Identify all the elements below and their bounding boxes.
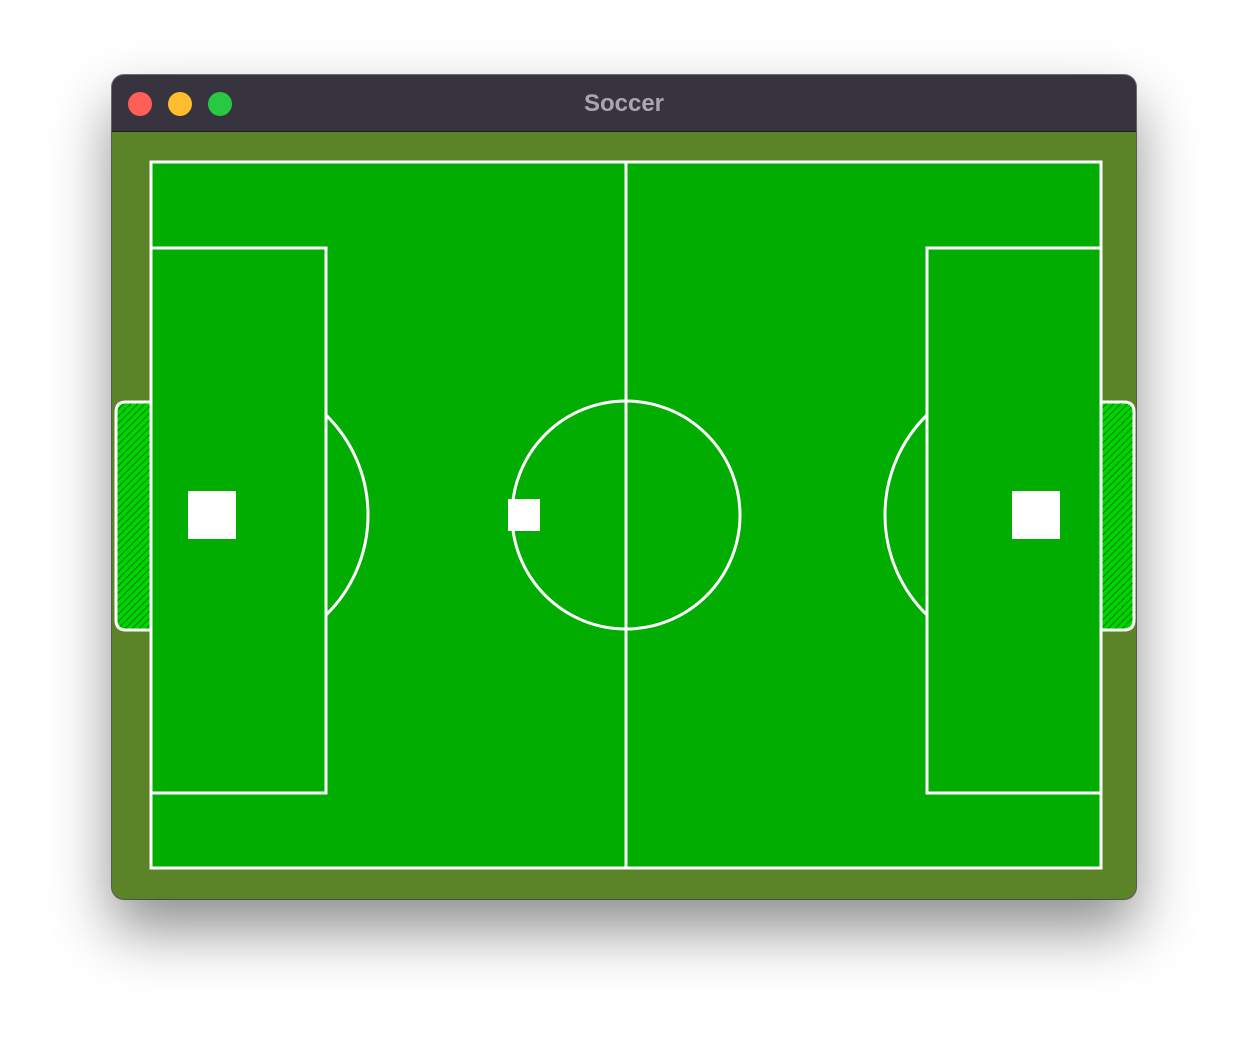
right-player (1012, 491, 1060, 539)
left-player (188, 491, 236, 539)
title-bar[interactable]: Soccer (112, 75, 1136, 132)
window-title: Soccer (583, 90, 665, 117)
game-window: Soccer (112, 75, 1136, 899)
game-canvas[interactable] (112, 132, 1136, 899)
left-goal (114, 400, 153, 632)
ball (508, 499, 540, 531)
right-goal (1099, 400, 1136, 632)
soccer-field (114, 160, 1136, 870)
